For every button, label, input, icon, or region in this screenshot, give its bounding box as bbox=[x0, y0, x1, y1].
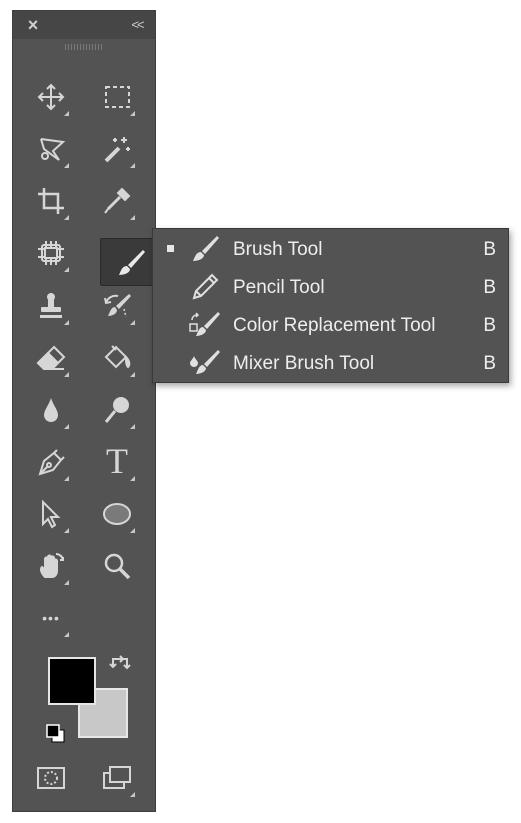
rectangular-marquee-tool[interactable] bbox=[93, 75, 141, 121]
brush-icon bbox=[193, 236, 219, 261]
submenu-indicator bbox=[130, 528, 135, 533]
paint-bucket-tool[interactable] bbox=[93, 336, 141, 382]
menu-item-pencil-tool[interactable]: Pencil Tool B bbox=[153, 268, 508, 306]
screen-mode-icon bbox=[103, 766, 131, 789]
paint-bucket-icon bbox=[104, 345, 131, 369]
pencil-icon bbox=[192, 273, 219, 300]
submenu-indicator bbox=[130, 111, 135, 116]
submenu-indicator bbox=[64, 267, 69, 272]
path-selection-tool[interactable] bbox=[27, 492, 75, 538]
submenu-indicator bbox=[64, 424, 69, 429]
clone-stamp-tool[interactable] bbox=[27, 284, 75, 330]
submenu-indicator bbox=[130, 476, 135, 481]
healing-patch-icon bbox=[38, 241, 64, 265]
close-icon[interactable]: × bbox=[23, 14, 43, 36]
menu-item-label: Pencil Tool bbox=[233, 277, 325, 298]
drop-icon bbox=[44, 398, 58, 422]
history-brush-icon bbox=[104, 294, 131, 318]
ellipsis-icon: ••• bbox=[42, 610, 60, 626]
lasso-tool[interactable] bbox=[27, 127, 75, 173]
submenu-indicator bbox=[64, 163, 69, 168]
submenu-indicator bbox=[64, 320, 69, 325]
hand-icon bbox=[40, 552, 64, 578]
submenu-indicator bbox=[130, 163, 135, 168]
magic-wand-icon bbox=[104, 137, 130, 163]
ellipse-icon bbox=[103, 503, 131, 525]
shortcut-key: B bbox=[483, 277, 496, 298]
spot-healing-tool[interactable] bbox=[27, 231, 75, 277]
submenu-indicator bbox=[130, 424, 135, 429]
dodge-tool[interactable] bbox=[93, 388, 141, 434]
hand-tool[interactable] bbox=[27, 544, 75, 590]
blur-tool[interactable] bbox=[27, 388, 75, 434]
zoom-tool[interactable] bbox=[93, 544, 141, 590]
panel-grip[interactable] bbox=[65, 44, 103, 50]
stamp-icon bbox=[40, 293, 62, 318]
eyedropper-icon bbox=[104, 187, 131, 214]
brush-tool-flyout-menu: Brush Tool B Pencil Tool B Color Replace… bbox=[152, 228, 509, 383]
submenu-indicator bbox=[64, 476, 69, 481]
default-colors-icon[interactable] bbox=[45, 723, 67, 745]
submenu-indicator bbox=[130, 215, 135, 220]
shortcut-key: B bbox=[483, 353, 496, 374]
quick-mask-icon bbox=[37, 767, 65, 789]
submenu-indicator bbox=[64, 528, 69, 533]
shortcut-key: B bbox=[483, 239, 496, 260]
type-tool[interactable]: T bbox=[93, 440, 141, 486]
pen-tool[interactable] bbox=[27, 440, 75, 486]
magnifier-icon bbox=[104, 553, 131, 580]
magic-wand-tool[interactable] bbox=[93, 127, 141, 173]
quick-mask-button[interactable] bbox=[27, 756, 75, 802]
pen-icon bbox=[38, 449, 65, 476]
type-icon: T bbox=[106, 441, 128, 481]
collapse-icon[interactable]: << bbox=[127, 14, 147, 36]
selected-indicator bbox=[167, 245, 174, 252]
arrow-icon bbox=[42, 499, 61, 529]
ellipse-tool[interactable] bbox=[93, 492, 141, 538]
screen-mode-button[interactable] bbox=[93, 756, 141, 802]
foreground-color-swatch[interactable] bbox=[48, 657, 96, 705]
crop-tool[interactable] bbox=[27, 179, 75, 225]
shortcut-key: B bbox=[483, 315, 496, 336]
dodge-icon bbox=[104, 397, 129, 423]
menu-item-brush-tool[interactable]: Brush Tool B bbox=[153, 230, 508, 268]
menu-item-mixer-brush-tool[interactable]: Mixer Brush Tool B bbox=[153, 344, 508, 382]
submenu-indicator bbox=[64, 215, 69, 220]
marquee-icon bbox=[105, 86, 130, 108]
color-replacement-icon bbox=[189, 312, 220, 336]
mixer-brush-icon bbox=[190, 350, 220, 374]
menu-item-label: Color Replacement Tool bbox=[233, 315, 436, 336]
menu-item-label: Mixer Brush Tool bbox=[233, 353, 375, 374]
eraser-tool[interactable] bbox=[27, 336, 75, 382]
panel-titlebar[interactable]: × << bbox=[13, 11, 155, 39]
submenu-indicator bbox=[130, 320, 135, 325]
move-icon bbox=[37, 83, 65, 111]
submenu-indicator bbox=[64, 111, 69, 116]
submenu-indicator bbox=[64, 632, 69, 637]
crop-icon bbox=[38, 188, 64, 214]
polygonal-lasso-icon bbox=[40, 138, 66, 161]
swap-colors-icon[interactable] bbox=[109, 655, 131, 677]
brush-icon bbox=[119, 250, 145, 275]
eraser-icon bbox=[36, 345, 66, 370]
history-brush-tool[interactable] bbox=[93, 284, 141, 330]
tools-panel: × << T ••• bbox=[12, 10, 162, 812]
eyedropper-tool[interactable] bbox=[93, 179, 141, 225]
edit-toolbar[interactable]: ••• bbox=[27, 596, 75, 642]
submenu-indicator bbox=[130, 372, 135, 377]
submenu-indicator bbox=[64, 580, 69, 585]
submenu-indicator bbox=[130, 792, 135, 797]
submenu-indicator bbox=[64, 372, 69, 377]
menu-item-label: Brush Tool bbox=[233, 239, 323, 260]
move-tool[interactable] bbox=[27, 75, 75, 121]
menu-item-color-replacement-tool[interactable]: Color Replacement Tool B bbox=[153, 306, 508, 344]
